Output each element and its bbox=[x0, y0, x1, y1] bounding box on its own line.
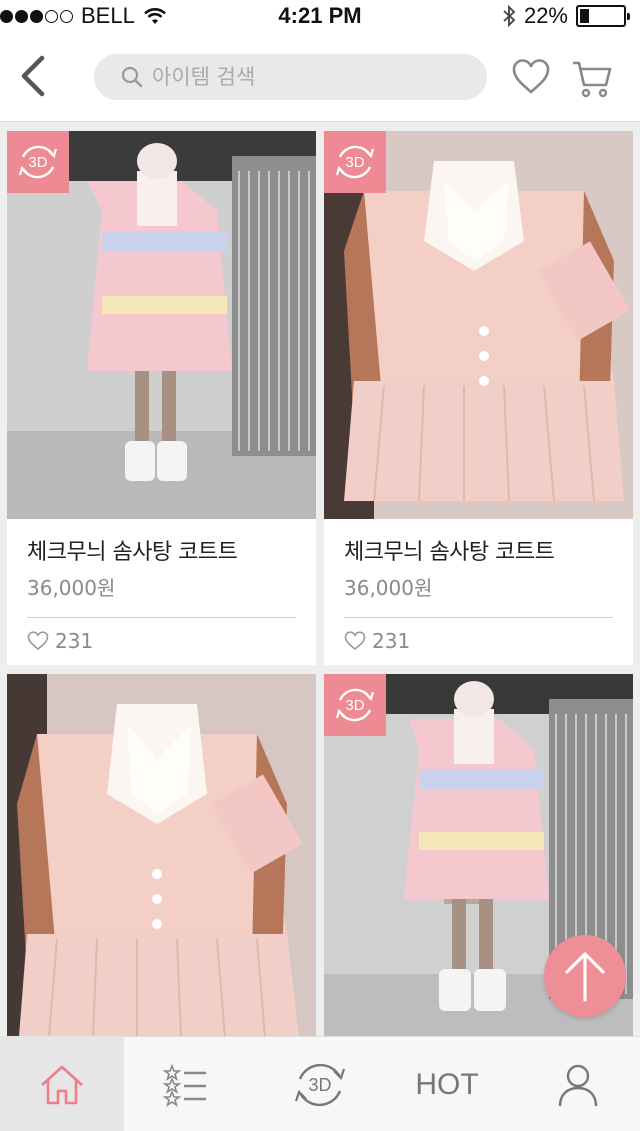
3d-badge-label: 3D bbox=[345, 697, 364, 714]
scroll-to-top-button[interactable] bbox=[544, 935, 626, 1017]
status-bar: BELL 4:21 PM 22% bbox=[0, 0, 640, 30]
3d-badge-label: 3D bbox=[28, 154, 47, 171]
3d-rotate-icon: 3D bbox=[335, 688, 375, 722]
cart-button[interactable] bbox=[570, 56, 614, 100]
3d-badge-label: 3D bbox=[345, 154, 364, 171]
back-button[interactable] bbox=[14, 52, 54, 100]
3d-tab-label: 3D bbox=[308, 1075, 331, 1095]
product-info: 체크무늬 솜사탕 코트트 36,000원 231 bbox=[324, 519, 633, 665]
3d-badge: 3D bbox=[324, 674, 386, 736]
product-price: 36,000원 bbox=[344, 576, 433, 600]
product-card[interactable]: 3D 체크무늬 솜사탕 코트트 36,000원 231 bbox=[324, 131, 633, 665]
wishlist-button[interactable] bbox=[510, 56, 552, 98]
divider bbox=[27, 617, 296, 618]
3d-rotate-icon: 3D bbox=[335, 145, 375, 179]
status-bar-right: 22% bbox=[502, 3, 630, 29]
like-count[interactable]: 231 bbox=[344, 629, 613, 653]
product-price: 36,000원 bbox=[27, 576, 116, 600]
product-name: 체크무늬 솜사탕 코트트 bbox=[27, 540, 238, 565]
bottom-tab-bar: 3D HOT bbox=[0, 1036, 640, 1131]
shopping-cart-icon bbox=[573, 61, 612, 98]
arrow-up-icon bbox=[565, 952, 605, 1002]
divider bbox=[344, 617, 613, 618]
tab-3d[interactable]: 3D bbox=[258, 1037, 382, 1131]
battery-icon bbox=[576, 5, 630, 27]
3d-rotate-icon: 3D bbox=[18, 145, 58, 179]
tab-home[interactable] bbox=[0, 1037, 124, 1131]
heart-outline-icon bbox=[344, 631, 366, 651]
like-count-value: 231 bbox=[55, 629, 94, 653]
like-count[interactable]: 231 bbox=[27, 629, 296, 653]
search-icon bbox=[121, 66, 143, 88]
product-card[interactable] bbox=[7, 674, 316, 1036]
product-grid: 3D 체크무늬 솜사탕 코트트 36,000원 231 3D 체크무늬 솜사탕 … bbox=[0, 122, 640, 1036]
product-name: 체크무늬 솜사탕 코트트 bbox=[344, 540, 555, 565]
3d-badge: 3D bbox=[324, 131, 386, 193]
tab-ranking[interactable] bbox=[124, 1037, 248, 1131]
heart-icon bbox=[512, 59, 550, 94]
heart-outline-icon bbox=[27, 631, 49, 651]
tab-my-page[interactable] bbox=[516, 1037, 640, 1131]
tab-hot-label: HOT bbox=[415, 1067, 479, 1101]
ranking-list-icon bbox=[162, 1063, 206, 1107]
search-bar[interactable] bbox=[94, 54, 487, 100]
product-card[interactable]: 3D 체크무늬 솜사탕 코트트 36,000원 231 bbox=[7, 131, 316, 665]
user-icon bbox=[558, 1064, 598, 1106]
product-info: 체크무늬 솜사탕 코트트 36,000원 231 bbox=[7, 519, 316, 665]
product-photo bbox=[7, 674, 316, 1036]
bluetooth-icon bbox=[503, 5, 516, 27]
like-count-value: 231 bbox=[372, 629, 411, 653]
3d-view-icon: 3D bbox=[294, 1063, 346, 1106]
battery-percentage: 22% bbox=[523, 3, 568, 28]
search-input[interactable] bbox=[152, 65, 472, 89]
3d-badge: 3D bbox=[7, 131, 69, 193]
tab-hot[interactable]: HOT bbox=[385, 1037, 509, 1131]
home-icon bbox=[41, 1065, 83, 1104]
chevron-left-icon bbox=[21, 55, 45, 97]
app-header bbox=[0, 30, 640, 122]
